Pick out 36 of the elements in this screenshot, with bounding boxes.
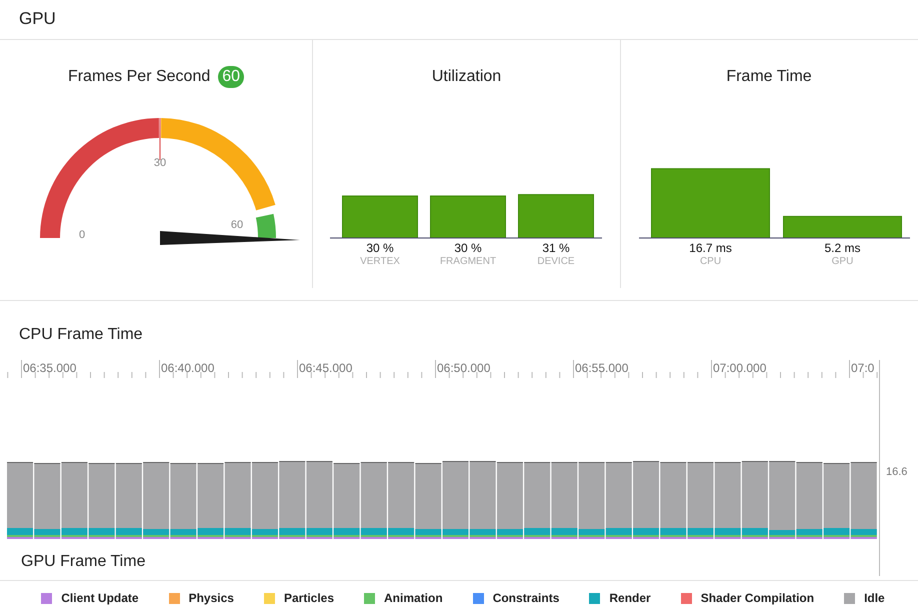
legend-label: Particles [284,591,334,605]
time-label: 06:40.000 [161,361,214,375]
time-label: 06:50.000 [437,361,490,375]
gauge-label: 30 [154,157,166,169]
legend-label: Client Update [61,591,139,605]
panel-title: Frames Per Second [68,68,210,86]
section-title: GPU [19,8,56,30]
legend-label: Animation [384,591,443,605]
bar-value: 5.2 ms [824,241,860,255]
bar-value: 16.7 ms [689,241,732,255]
legend-label: Physics [188,591,234,605]
time-label: 06:35.000 [23,361,76,375]
gauge-label: 60 [230,219,244,231]
gauge-label: 0 [78,229,86,241]
panel-title: Frame Time [725,67,813,87]
bar-value: 30 % [454,241,482,255]
section-title: CPU Frame Time [18,325,144,345]
threshold-label: 16.6 [886,466,908,478]
panel-title: Utilization [430,67,502,87]
bar-label: GPU [832,256,854,267]
bar-label: DEVICE [537,256,575,267]
legend-label: Shader Compilation [700,591,814,605]
legend-label: Render [609,591,651,605]
time-label: 07:00.000 [713,361,766,375]
fps-badge: 60 [218,66,244,88]
bar-value: 31 % [542,241,570,255]
bar-label: VERTEX [360,256,400,267]
bar-label: CPU [700,256,722,267]
time-label: 06:45.000 [299,361,352,375]
section-title: GPU Frame Time [21,553,146,571]
legend-label: Constraints [492,591,560,605]
bar-value: 30 % [366,241,394,255]
time-label: 07:0 [851,361,874,375]
time-label: 06:55.000 [575,361,628,375]
legend-label: Idle [864,591,885,605]
bar-label: FRAGMENT [440,256,496,267]
